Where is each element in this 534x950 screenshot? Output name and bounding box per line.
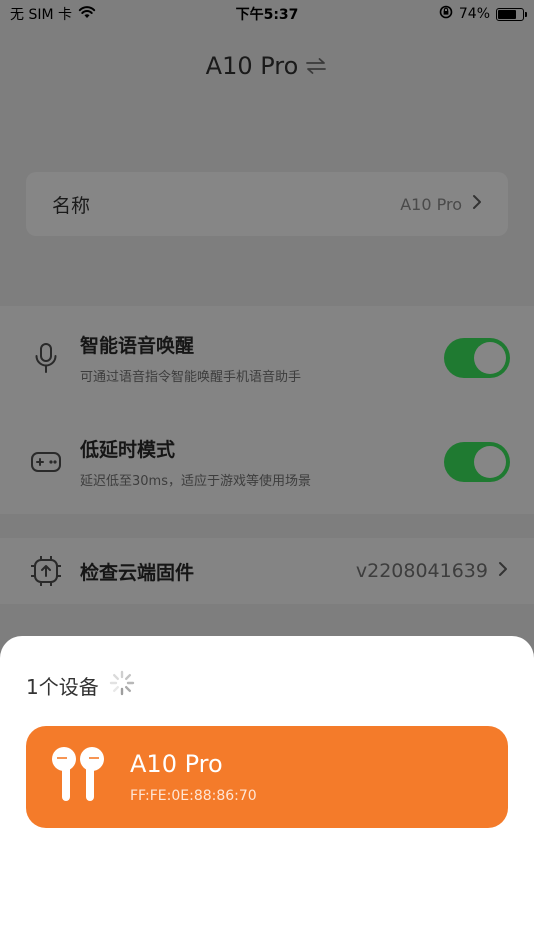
- voice-wake-toggle[interactable]: [444, 338, 510, 378]
- page-title: A10 Pro: [205, 52, 299, 80]
- device-name: A10 Pro: [130, 750, 223, 778]
- feature-title: 低延时模式: [80, 439, 176, 461]
- voice-wake-row: 智能语音唤醒 可通过语音指令智能唤醒手机语音助手: [0, 306, 534, 410]
- feature-description: 可通过语音指令智能唤醒手机语音助手: [80, 370, 302, 385]
- page-header: A10 Pro: [0, 44, 534, 88]
- carrier-label: 无 SIM 卡: [10, 7, 72, 23]
- chevron-right-icon: [498, 560, 508, 582]
- device-list-item[interactable]: A10 Pro FF:FE:0E:88:86:70: [26, 726, 508, 828]
- low-latency-text: 低延时模式 延迟低至30ms，适应于游戏等使用场景: [80, 435, 311, 489]
- firmware-version: v2208041639: [355, 560, 488, 582]
- earbuds-icon: [50, 745, 106, 809]
- status-bar: 无 SIM 卡 下午5:37 74%: [0, 0, 534, 28]
- feature-title: 智能语音唤醒: [80, 335, 195, 357]
- low-latency-toggle[interactable]: [444, 442, 510, 482]
- voice-wake-text: 智能语音唤醒 可通过语音指令智能唤醒手机语音助手: [80, 331, 301, 385]
- firmware-version-group: v2208041639: [356, 560, 508, 582]
- battery-fill: [498, 9, 516, 19]
- feature-section: 智能语音唤醒 可通过语音指令智能唤醒手机语音助手 低延时模式 延迟低至30ms，…: [0, 306, 534, 514]
- name-row[interactable]: 名称 A10 Pro: [26, 172, 508, 236]
- loading-spinner-icon: [109, 670, 135, 700]
- battery-percent: 74%: [458, 6, 490, 22]
- status-right: 74%: [439, 5, 527, 23]
- name-value-group: A10 Pro: [400, 194, 482, 214]
- name-label: 名称: [52, 194, 91, 217]
- toggle-knob: [474, 446, 506, 478]
- battery-icon: [496, 7, 527, 21]
- status-left: 无 SIM 卡: [10, 4, 96, 24]
- name-value: A10 Pro: [400, 194, 462, 214]
- chevron-right-icon: [472, 194, 482, 214]
- device-mac-address: FF:FE:0E:88:86:70: [130, 788, 257, 804]
- microphone-icon: [30, 342, 62, 374]
- device-bottom-sheet: 1个设备 A10 Pro FF:FE:0E:88:86:70: [0, 636, 534, 950]
- low-latency-row: 低延时模式 延迟低至30ms，适应于游戏等使用场景: [0, 410, 534, 514]
- device-info: A10 Pro FF:FE:0E:88:86:70: [130, 750, 257, 804]
- gamepad-icon: [30, 446, 62, 478]
- wifi-icon: [78, 5, 96, 23]
- toggle-knob: [474, 342, 506, 374]
- rotation-lock-icon: [439, 5, 453, 23]
- sheet-header: 1个设备: [26, 670, 135, 700]
- firmware-row[interactable]: 检查云端固件 v2208041639: [0, 538, 534, 604]
- feature-description: 延迟低至30ms，适应于游戏等使用场景: [80, 474, 311, 489]
- sheet-title: 1个设备: [26, 674, 99, 699]
- chip-upload-icon: [30, 555, 62, 587]
- swap-icon[interactable]: [304, 54, 328, 78]
- firmware-title: 检查云端固件: [80, 561, 195, 584]
